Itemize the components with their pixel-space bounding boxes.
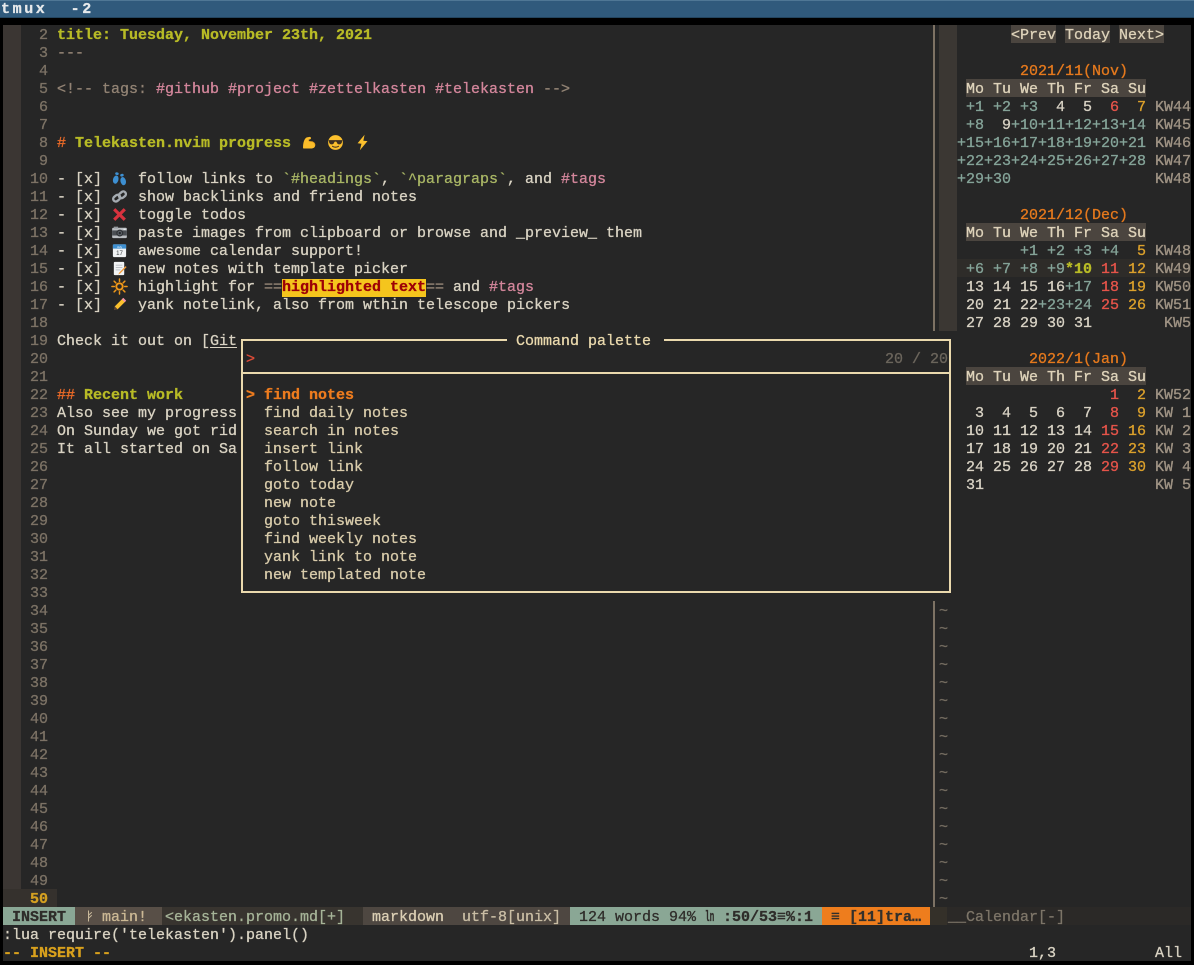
svg-text:July: July xyxy=(117,245,123,249)
svg-text:17: 17 xyxy=(116,250,123,257)
